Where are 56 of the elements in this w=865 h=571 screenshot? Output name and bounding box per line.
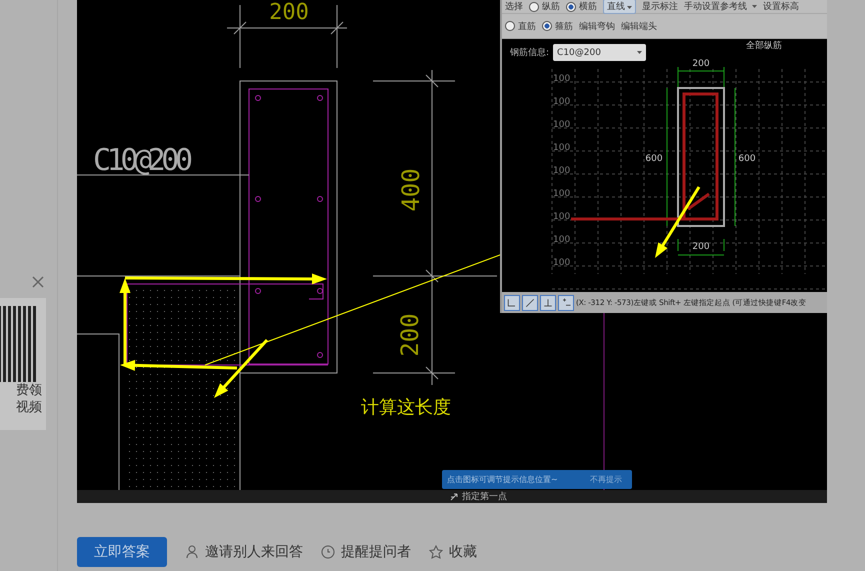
snap-tool-button[interactable] [504,294,520,310]
toolbar-button[interactable]: 选择 [505,0,523,13]
caret-icon [627,6,632,9]
grid-label: 100 [553,143,570,153]
dropdown-button[interactable]: 直线 [603,0,636,14]
dimension-text: 200 [692,242,710,252]
snap-icon [560,296,572,308]
grid-label: 100 [553,166,570,176]
toolbar-button[interactable]: 编辑端头 [621,20,657,32]
caret-icon [752,5,757,8]
rebar-select[interactable]: C10@200 [553,44,646,61]
action-link[interactable]: 提醒提问者 [321,543,411,561]
snap-icon [542,296,554,308]
grid-label: 100 [553,120,570,130]
person-icon [185,545,199,559]
grid-label: 100 [553,258,570,268]
field-label: 钢筋信息: [510,46,550,59]
radio-option[interactable]: 横筋 [566,0,597,13]
clock-icon [321,545,335,559]
caret-icon [637,51,642,54]
hint-text: 点击图标可调节提示信息位置~ [447,474,558,485]
grid-label: 100 [553,74,570,84]
ad-text: 视频 [16,399,42,416]
grid-label: 100 [553,212,570,222]
dimension-text: 200 [396,313,424,357]
rebar-label: C10@200 [93,143,193,178]
command-prompt: 指定第一点 [462,490,507,503]
answer-button[interactable]: 立即答案 [77,537,167,567]
dimension-text: 200 [692,59,710,69]
ad-text: 费领 [16,382,42,399]
cursor-icon [450,492,459,501]
radio-option[interactable]: 箍筋 [542,20,573,32]
snap-icon [506,296,518,308]
snap-icon [524,296,536,308]
close-icon[interactable] [32,276,44,288]
snap-tool-button[interactable] [522,294,538,310]
grid-label: 100 [553,97,570,107]
snap-tool-button[interactable] [540,294,556,310]
annotation-text: 计算这长度 [361,397,451,418]
action-link[interactable]: 收藏 [429,543,477,561]
action-link[interactable]: 邀请别人来回答 [185,543,303,561]
dimension-text: 400 [397,168,425,212]
radio-option[interactable]: 纵筋 [529,0,560,13]
dimension-text: 600 [738,154,756,164]
grid-label: 100 [553,189,570,199]
toolbar-button[interactable]: 显示标注 [642,0,678,13]
toolbar-button[interactable]: 编辑弯钩 [579,20,615,32]
menu-button[interactable]: 手动设置参考线 [684,0,757,13]
toolbar-button[interactable]: 设置标高 [763,0,799,13]
canvas-label: 全部纵筋 [746,41,782,51]
snap-tool-button[interactable] [558,294,574,310]
star-icon [429,545,443,559]
radio-option[interactable]: 直筋 [505,20,536,32]
dimension-text: 600 [645,154,663,164]
dimension-text: 200 [269,0,309,25]
grid-label: 100 [553,235,570,245]
